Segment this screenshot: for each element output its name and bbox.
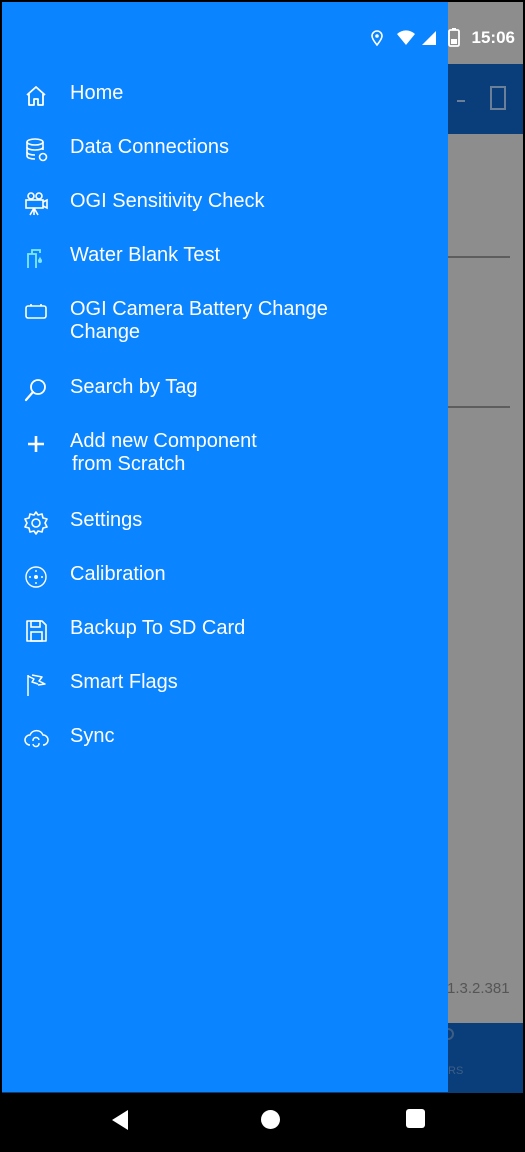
menu-item-label-line2: from Scratch	[72, 453, 186, 475]
wifi-icon	[397, 30, 415, 45]
menu-item-add-new-component[interactable]: Add new Component from Scratch	[2, 420, 448, 480]
location-icon	[371, 30, 383, 47]
menu-item-label-line2: Change	[70, 321, 141, 343]
menu-item-label: Calibration	[70, 563, 166, 585]
menu-item-label: Data Connections	[70, 136, 229, 158]
flag-icon	[27, 674, 46, 696]
database-icon	[26, 138, 48, 162]
background-bottom-label: RS	[448, 1065, 464, 1077]
menu-item-label: Home	[70, 82, 124, 104]
menu-item-sync[interactable]: Sync	[2, 715, 448, 763]
menu-item-search-by-tag[interactable]: Search by Tag	[2, 366, 448, 414]
background-dash	[457, 100, 465, 102]
menu-item-label-line1: Add new Component	[70, 430, 257, 452]
menu-item-home[interactable]: Home	[2, 72, 448, 120]
menu-item-label: OGI Sensitivity Check	[70, 190, 265, 212]
menu-item-data-connections[interactable]: Data Connections	[2, 126, 448, 174]
status-bar: 15:06	[2, 2, 523, 64]
menu-item-backup-to-sd-card[interactable]: Backup To SD Card	[2, 607, 448, 655]
menu-item-label: Smart Flags	[70, 671, 178, 693]
search-icon	[24, 379, 46, 402]
menu-item-label-line1: OGI Camera Battery Change	[70, 298, 328, 320]
background-divider	[448, 406, 510, 408]
navigation-drawer: Home Data Connections OGI Sensitivity Ch…	[2, 2, 448, 1092]
phone-screen: 1.3.2.381 RS Home Data Connections OGI S…	[0, 0, 525, 1152]
menu-item-settings[interactable]: Settings	[2, 499, 448, 547]
save-icon	[26, 620, 47, 642]
plus-icon	[28, 436, 44, 452]
cloud-sync-icon	[24, 729, 49, 748]
menu-item-water-blank-test[interactable]: Water Blank Test	[2, 234, 448, 282]
menu-item-ogi-sensitivity-check[interactable]: OGI Sensitivity Check	[2, 180, 448, 228]
menu-item-label: OGI Camera Battery Change Change	[70, 298, 328, 344]
menu-item-ogi-camera-battery-change[interactable]: OGI Camera Battery Change Change	[2, 288, 448, 348]
menu-item-label: Water Blank Test	[70, 244, 221, 266]
battery-outline-icon	[25, 304, 47, 319]
menu-item-label: Backup To SD Card	[70, 617, 246, 639]
menu-item-label: Sync	[70, 725, 115, 747]
camera-icon	[25, 192, 48, 216]
menu-item-label: Add new Component from Scratch	[70, 430, 257, 476]
status-time: 15:06	[471, 28, 515, 47]
android-nav-bar	[2, 1093, 523, 1150]
home-icon	[26, 86, 46, 106]
battery-icon	[448, 28, 460, 47]
background-document-icon	[490, 86, 506, 110]
water-tap-icon	[27, 249, 42, 268]
menu-item-label: Settings	[70, 509, 143, 531]
menu-item-calibration[interactable]: Calibration	[2, 553, 448, 601]
menu-item-label: Search by Tag	[70, 376, 198, 398]
home-circle-icon[interactable]	[261, 1110, 280, 1129]
gear-icon	[24, 511, 48, 535]
menu-item-smart-flags[interactable]: Smart Flags	[2, 661, 448, 709]
version-text: 1.3.2.381	[447, 980, 510, 997]
signal-icon	[422, 31, 436, 45]
calibration-icon	[25, 566, 47, 588]
back-icon[interactable]	[112, 1110, 128, 1130]
recent-apps-icon[interactable]	[406, 1109, 425, 1128]
background-divider	[448, 256, 510, 258]
